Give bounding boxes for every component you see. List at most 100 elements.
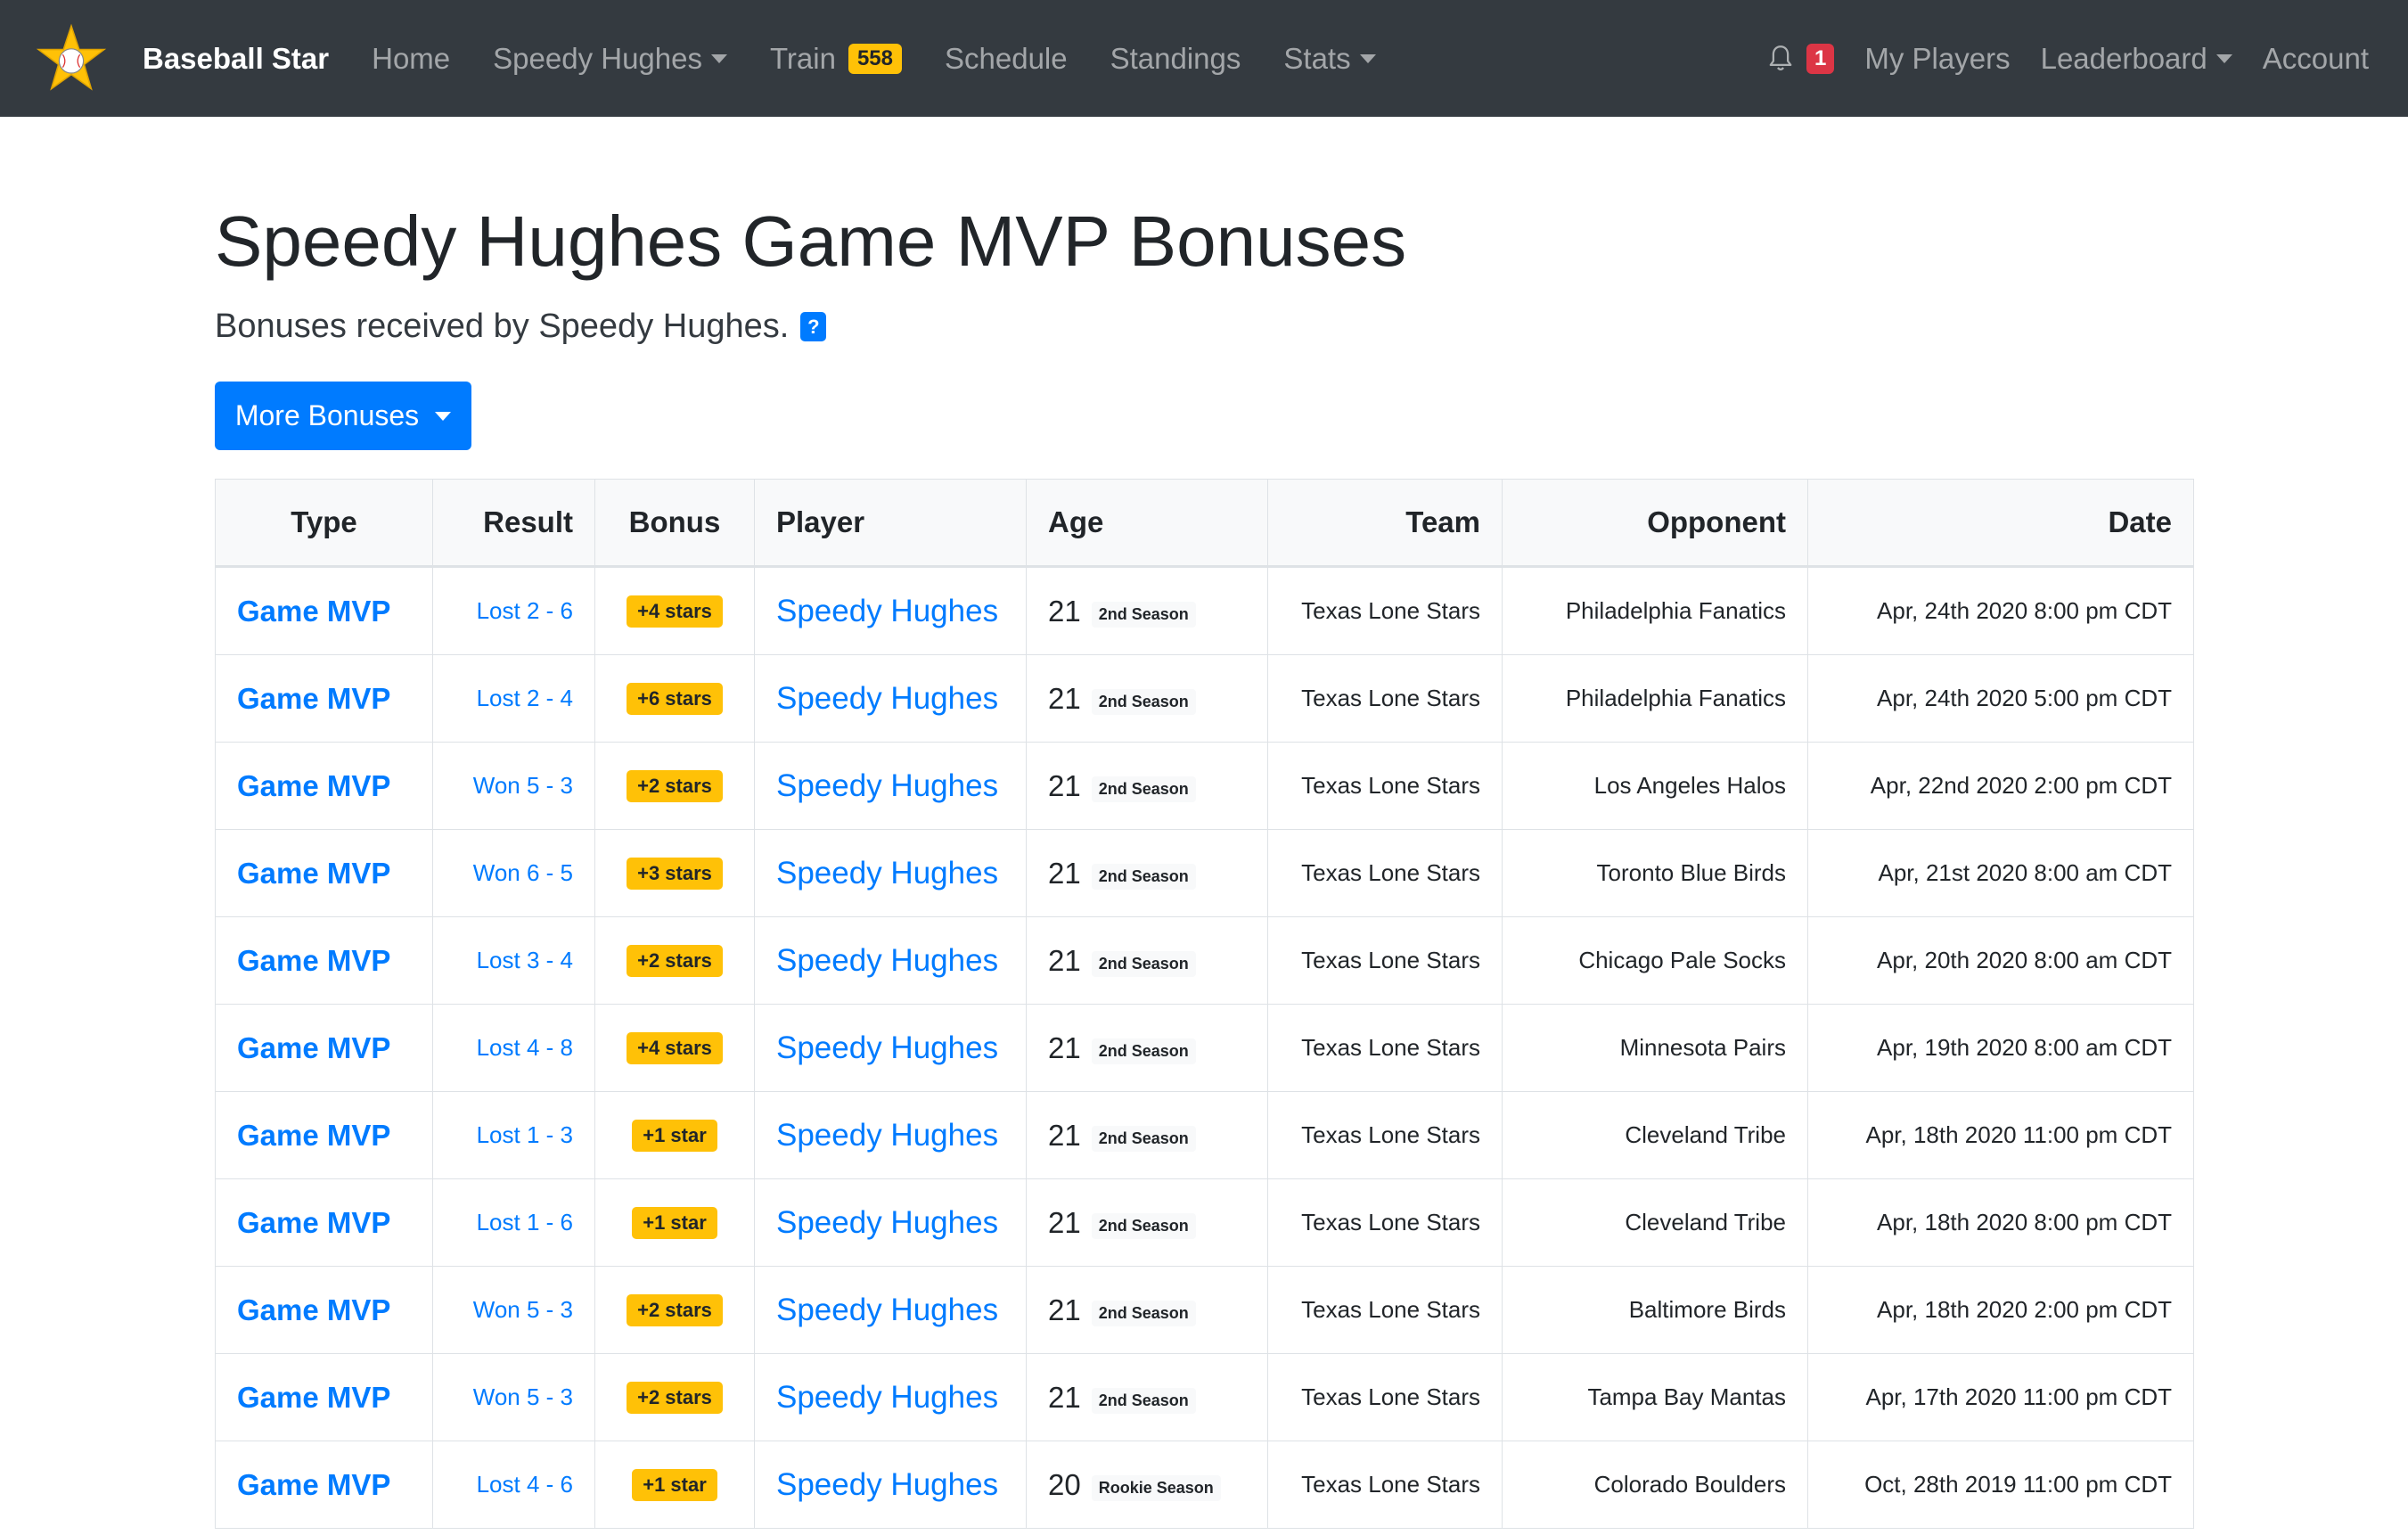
type-link[interactable]: Game MVP xyxy=(237,769,390,802)
season-badge: 2nd Season xyxy=(1091,1126,1196,1153)
header-result[interactable]: Result xyxy=(432,479,595,568)
type-link[interactable]: Game MVP xyxy=(237,1031,390,1064)
type-link[interactable]: Game MVP xyxy=(237,1119,390,1152)
header-age[interactable]: Age xyxy=(1026,479,1268,568)
nav-leaderboard-dropdown[interactable]: Leaderboard xyxy=(2041,42,2232,76)
type-link[interactable]: Game MVP xyxy=(237,857,390,890)
cell-type: Game MVP xyxy=(215,654,433,743)
opponent-name: Baltimore Birds xyxy=(1628,1296,1786,1323)
result-link[interactable]: Lost 2 - 4 xyxy=(477,685,573,711)
season-badge: 2nd Season xyxy=(1091,1038,1196,1065)
cell-opponent: Philadelphia Fanatics xyxy=(1502,566,1808,655)
cell-opponent: Chicago Pale Socks xyxy=(1502,916,1808,1005)
table-row: Game MVP Lost 1 - 6 +1 star Speedy Hughes 21… xyxy=(215,1178,2194,1267)
result-link[interactable]: Lost 1 - 3 xyxy=(477,1121,573,1148)
nav-stats-dropdown[interactable]: Stats xyxy=(1283,42,1376,76)
cell-bonus: +4 stars xyxy=(594,1004,755,1092)
type-link[interactable]: Game MVP xyxy=(237,682,390,715)
result-link[interactable]: Lost 2 - 6 xyxy=(477,597,573,624)
result-link[interactable]: Won 5 - 3 xyxy=(473,1383,573,1410)
age-value: 21 xyxy=(1048,1380,1081,1414)
nav-standings-label: Standings xyxy=(1110,41,1241,75)
result-link[interactable]: Won 6 - 5 xyxy=(473,859,573,886)
table-body: Game MVP Lost 2 - 6 +4 stars Speedy Hughes 2… xyxy=(215,566,2194,1529)
cell-player: Speedy Hughes xyxy=(754,1266,1027,1354)
cell-date: Apr, 18th 2020 2:00 pm CDT xyxy=(1807,1266,2194,1354)
type-link[interactable]: Game MVP xyxy=(237,595,390,628)
cell-age: 21 2nd Season xyxy=(1026,1004,1268,1092)
cell-date: Apr, 21st 2020 8:00 am CDT xyxy=(1807,829,2194,917)
game-date: Oct, 28th 2019 11:00 pm CDT xyxy=(1864,1471,2172,1498)
team-name: Texas Lone Stars xyxy=(1301,1121,1480,1148)
result-link[interactable]: Lost 4 - 8 xyxy=(477,1034,573,1061)
season-badge: 2nd Season xyxy=(1091,951,1196,978)
help-icon[interactable]: ? xyxy=(800,312,827,341)
nav-train[interactable]: Train 558 xyxy=(770,42,902,76)
page-title: Speedy Hughes Game MVP Bonuses xyxy=(215,201,1407,281)
player-link[interactable]: Speedy Hughes xyxy=(776,594,998,628)
nav-my-players-label: My Players xyxy=(1864,41,2011,75)
cell-age: 21 2nd Season xyxy=(1026,1353,1268,1441)
result-link[interactable]: Lost 3 - 4 xyxy=(477,947,573,973)
nav-player-dropdown[interactable]: Speedy Hughes xyxy=(493,42,727,76)
type-link[interactable]: Game MVP xyxy=(237,1381,390,1414)
type-link[interactable]: Game MVP xyxy=(237,1468,390,1501)
cell-result: Lost 2 - 6 xyxy=(432,566,595,655)
notifications-button[interactable]: 1 xyxy=(1767,43,1835,74)
player-link[interactable]: Speedy Hughes xyxy=(776,1205,998,1240)
cell-opponent: Los Angeles Halos xyxy=(1502,742,1808,830)
player-link[interactable]: Speedy Hughes xyxy=(776,768,998,803)
bonuses-table: Type Result Bonus Player Age Team Oppone… xyxy=(215,479,2194,1529)
cell-result: Won 6 - 5 xyxy=(432,829,595,917)
player-link[interactable]: Speedy Hughes xyxy=(776,1467,998,1502)
type-link[interactable]: Game MVP xyxy=(237,944,390,977)
result-link[interactable]: Lost 4 - 6 xyxy=(477,1471,573,1498)
nav-train-label: Train xyxy=(769,41,836,75)
player-link[interactable]: Speedy Hughes xyxy=(776,1293,998,1327)
cell-date: Apr, 19th 2020 8:00 am CDT xyxy=(1807,1004,2194,1092)
opponent-name: Philadelphia Fanatics xyxy=(1565,597,1786,624)
player-link[interactable]: Speedy Hughes xyxy=(776,1118,998,1153)
cell-age: 21 2nd Season xyxy=(1026,654,1268,743)
type-link[interactable]: Game MVP xyxy=(237,1206,390,1239)
player-link[interactable]: Speedy Hughes xyxy=(776,681,998,716)
header-type[interactable]: Type xyxy=(215,479,433,568)
bonuses-table-container: Type Result Bonus Player Age Team Oppone… xyxy=(215,479,2194,1529)
player-link[interactable]: Speedy Hughes xyxy=(776,1380,998,1415)
team-name: Texas Lone Stars xyxy=(1301,685,1480,711)
age-value: 20 xyxy=(1048,1467,1081,1501)
result-link[interactable]: Lost 1 - 6 xyxy=(477,1209,573,1235)
brand[interactable]: Baseball Star xyxy=(36,23,329,94)
game-date: Apr, 19th 2020 8:00 am CDT xyxy=(1877,1034,2172,1061)
bonus-badge: +2 stars xyxy=(627,1381,723,1414)
brand-name: Baseball Star xyxy=(143,41,330,75)
nav-home[interactable]: Home xyxy=(372,42,450,76)
cell-team: Texas Lone Stars xyxy=(1267,916,1503,1005)
header-team[interactable]: Team xyxy=(1267,479,1503,568)
header-opponent[interactable]: Opponent xyxy=(1502,479,1808,568)
season-badge: 2nd Season xyxy=(1091,776,1196,803)
team-name: Texas Lone Stars xyxy=(1301,1034,1480,1061)
result-link[interactable]: Won 5 - 3 xyxy=(473,772,573,799)
cell-result: Won 5 - 3 xyxy=(432,742,595,830)
bonus-badge: +6 stars xyxy=(627,682,723,715)
cell-type: Game MVP xyxy=(215,1004,433,1092)
result-link[interactable]: Won 5 - 3 xyxy=(473,1296,573,1323)
player-link[interactable]: Speedy Hughes xyxy=(776,856,998,891)
header-bonus[interactable]: Bonus xyxy=(594,479,755,568)
more-bonuses-button[interactable]: More Bonuses xyxy=(215,382,471,450)
nav-my-players[interactable]: My Players xyxy=(1864,42,2010,76)
nav-standings[interactable]: Standings xyxy=(1110,42,1241,76)
nav-schedule[interactable]: Schedule xyxy=(945,42,1068,76)
player-link[interactable]: Speedy Hughes xyxy=(776,943,998,978)
type-link[interactable]: Game MVP xyxy=(237,1293,390,1326)
header-date[interactable]: Date xyxy=(1807,479,2194,568)
nav-account[interactable]: Account xyxy=(2263,42,2369,76)
header-player[interactable]: Player xyxy=(754,479,1027,568)
age-value: 21 xyxy=(1048,1118,1081,1152)
age-value: 21 xyxy=(1048,1293,1081,1326)
player-link[interactable]: Speedy Hughes xyxy=(776,1030,998,1065)
cell-date: Apr, 22nd 2020 2:00 pm CDT xyxy=(1807,742,2194,830)
age-value: 21 xyxy=(1048,856,1081,890)
cell-result: Won 5 - 3 xyxy=(432,1353,595,1441)
